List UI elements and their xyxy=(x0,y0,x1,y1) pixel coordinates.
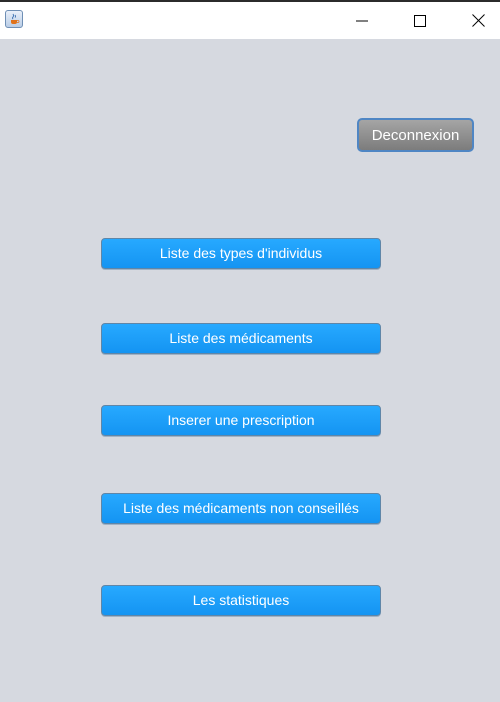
insert-prescription-button[interactable]: Inserer une prescription xyxy=(101,405,381,436)
title-bar xyxy=(0,0,500,39)
app-window: Deconnexion Liste des types d'individus … xyxy=(0,0,500,702)
close-button[interactable] xyxy=(455,2,500,39)
minimize-button[interactable] xyxy=(339,2,385,39)
medications-list-button[interactable]: Liste des médicaments xyxy=(101,323,381,354)
java-icon[interactable] xyxy=(5,10,23,28)
maximize-icon xyxy=(414,14,426,27)
not-recommended-medications-button[interactable]: Liste des médicaments non conseillés xyxy=(101,493,381,524)
close-icon xyxy=(471,14,485,27)
individual-types-list-button[interactable]: Liste des types d'individus xyxy=(101,238,381,269)
statistics-button[interactable]: Les statistiques xyxy=(101,585,381,616)
maximize-button[interactable] xyxy=(397,2,443,39)
logout-button[interactable]: Deconnexion xyxy=(357,118,474,152)
minimize-icon xyxy=(356,20,368,21)
